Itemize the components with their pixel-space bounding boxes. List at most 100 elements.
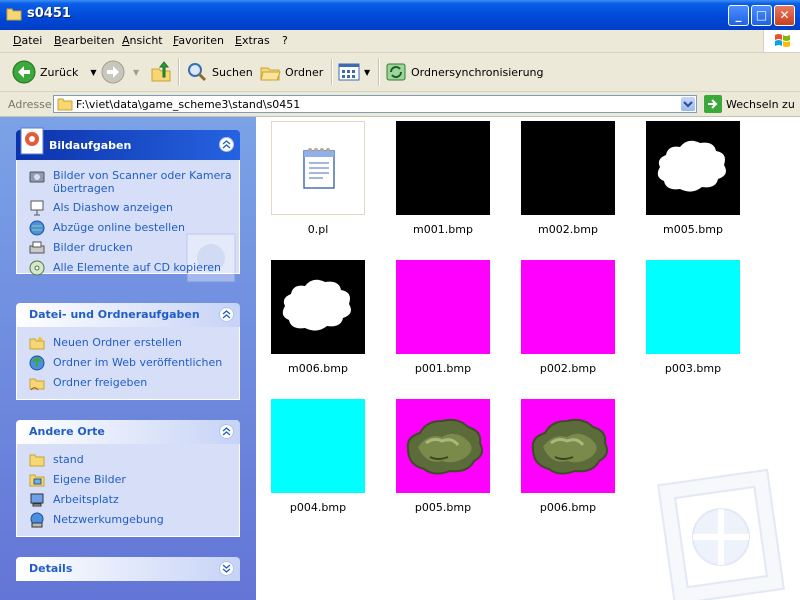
menu-file[interactable]: Datei <box>13 34 42 47</box>
menu-help[interactable]: ? <box>282 34 288 47</box>
collapse-button[interactable] <box>219 137 234 152</box>
file-thumbnail[interactable] <box>396 399 490 493</box>
task-share-folder[interactable]: Ordner freigeben <box>17 373 239 393</box>
views-button[interactable]: ▼ <box>338 59 370 85</box>
place-my-computer-label: Arbeitsplatz <box>53 493 119 506</box>
terrain-island <box>531 418 608 475</box>
file-thumbnail[interactable] <box>521 399 615 493</box>
file-item[interactable]: 0.pl <box>263 121 373 241</box>
task-slideshow[interactable]: Als Diashow anzeigen <box>17 198 239 218</box>
task-scanner[interactable]: Bilder von Scanner oder Kamera übertrage… <box>17 166 239 198</box>
address-input[interactable]: F:\viet\data\game_scheme3\stand\s0451 <box>53 95 697 113</box>
folders-button[interactable]: Ordner <box>259 59 323 85</box>
sync-button[interactable]: Ordnersynchronisierung <box>385 59 544 85</box>
minimize-button[interactable]: _ <box>728 5 749 26</box>
toolbar-separator <box>178 59 180 85</box>
slideshow-icon <box>30 200 44 216</box>
file-thumbnail[interactable] <box>521 121 615 215</box>
details-header[interactable]: Details <box>16 557 240 581</box>
file-thumbnail[interactable] <box>521 260 615 354</box>
place-stand[interactable]: stand <box>17 450 239 470</box>
details-panel: Details <box>16 557 240 581</box>
back-dropdown-icon[interactable]: ▼ <box>90 68 96 77</box>
file-thumbnail[interactable] <box>396 121 490 215</box>
go-button[interactable]: Wechseln zu <box>704 95 795 113</box>
address-bar: Adresse F:\viet\data\game_scheme3\stand\… <box>0 92 800 117</box>
file-tasks-header[interactable]: Datei- und Ordneraufgaben <box>16 303 240 327</box>
picture-tasks-header[interactable]: Bildaufgaben <box>16 127 240 160</box>
file-item[interactable]: p005.bmp <box>388 399 498 519</box>
task-publish-web[interactable]: Ordner im Web veröffentlichen <box>17 353 239 373</box>
menu-favorites[interactable]: Favoriten <box>173 34 224 47</box>
task-copy-cd[interactable]: Alle Elemente auf CD kopieren <box>17 258 239 278</box>
file-item[interactable]: p003.bmp <box>638 260 748 380</box>
file-item[interactable]: p006.bmp <box>513 399 623 519</box>
maximize-button[interactable]: □ <box>751 5 772 26</box>
forward-button[interactable]: ▼ <box>101 59 139 85</box>
task-new-folder[interactable]: Neuen Ordner erstellen <box>17 333 239 353</box>
file-item[interactable]: p002.bmp <box>513 260 623 380</box>
file-thumbnail[interactable] <box>646 260 740 354</box>
file-thumbnail[interactable] <box>271 121 365 215</box>
menu-extras[interactable]: Extras <box>235 34 270 47</box>
other-places-title: Andere Orte <box>29 425 105 438</box>
folder-icon <box>6 8 22 21</box>
file-item[interactable]: p001.bmp <box>388 260 498 380</box>
search-button[interactable]: Suchen <box>186 59 253 85</box>
file-item[interactable]: m002.bmp <box>513 121 623 241</box>
close-button[interactable]: ✕ <box>774 5 795 26</box>
mask-shape <box>657 140 726 192</box>
task-print-label: Bilder drucken <box>53 241 133 254</box>
collapse-button[interactable] <box>219 424 234 439</box>
go-arrow-icon <box>704 95 722 113</box>
file-view[interactable]: 0.pl m001.bmp m002.bmp m005.bmp m006.bmp p001… <box>256 117 800 600</box>
chevron-up-icon <box>222 427 231 436</box>
file-thumbnail[interactable] <box>396 260 490 354</box>
title-bar[interactable]: s0451 _ □ ✕ <box>0 0 800 30</box>
go-label: Wechseln zu <box>726 97 795 111</box>
chevron-up-icon <box>222 310 231 319</box>
views-dropdown-icon[interactable]: ▼ <box>364 68 370 77</box>
other-places-panel: Andere Orte stand Eigene Bilder Arbeitsp… <box>16 420 240 537</box>
task-print[interactable]: Bilder drucken <box>17 238 239 258</box>
other-places-header[interactable]: Andere Orte <box>16 420 240 444</box>
place-my-pictures[interactable]: Eigene Bilder <box>17 470 239 490</box>
file-name: m005.bmp <box>663 223 723 236</box>
chevron-up-icon <box>222 140 231 149</box>
task-new-folder-label: Neuen Ordner erstellen <box>53 336 182 349</box>
mask-shape <box>282 279 351 331</box>
collapse-button[interactable] <box>219 307 234 322</box>
task-order-prints[interactable]: Abzüge online bestellen <box>17 218 239 238</box>
cd-icon <box>29 260 45 276</box>
file-item[interactable]: m001.bmp <box>388 121 498 241</box>
expand-button[interactable] <box>219 561 234 576</box>
back-button[interactable]: Zurück ▼ <box>12 59 97 85</box>
file-thumbnail[interactable] <box>271 399 365 493</box>
file-thumbnail[interactable] <box>271 260 365 354</box>
task-slideshow-label: Als Diashow anzeigen <box>53 201 174 214</box>
folder-icon <box>57 98 73 111</box>
folders-icon <box>260 67 281 81</box>
minimize-icon: _ <box>735 8 742 22</box>
file-item[interactable]: m005.bmp <box>638 121 748 241</box>
address-path: F:\viet\data\game_scheme3\stand\s0451 <box>76 98 301 111</box>
address-dropdown-button[interactable] <box>681 97 695 111</box>
file-thumbnail[interactable] <box>646 121 740 215</box>
place-network[interactable]: Netzwerkumgebung <box>17 510 239 530</box>
file-item[interactable]: p004.bmp <box>263 399 373 519</box>
up-folder-button[interactable] <box>150 59 172 85</box>
menu-edit[interactable]: Bearbeiten <box>54 34 114 47</box>
forward-dropdown-icon[interactable]: ▼ <box>133 68 139 77</box>
chevron-down-icon <box>683 101 693 108</box>
globe-icon <box>29 220 45 236</box>
task-scanner-label: Bilder von Scanner oder Kamera übertrage… <box>53 169 232 195</box>
search-label: Suchen <box>212 65 253 79</box>
file-item[interactable]: m006.bmp <box>263 260 373 380</box>
menu-view[interactable]: Ansicht <box>122 34 163 47</box>
place-my-computer[interactable]: Arbeitsplatz <box>17 490 239 510</box>
window-title: s0451 <box>27 6 71 21</box>
task-pane: Bildaufgaben Bilder von Scanner oder Kam… <box>0 117 256 600</box>
up-folder-icon <box>151 61 171 82</box>
folder-icon <box>29 454 45 467</box>
file-name: 0.pl <box>307 223 329 236</box>
